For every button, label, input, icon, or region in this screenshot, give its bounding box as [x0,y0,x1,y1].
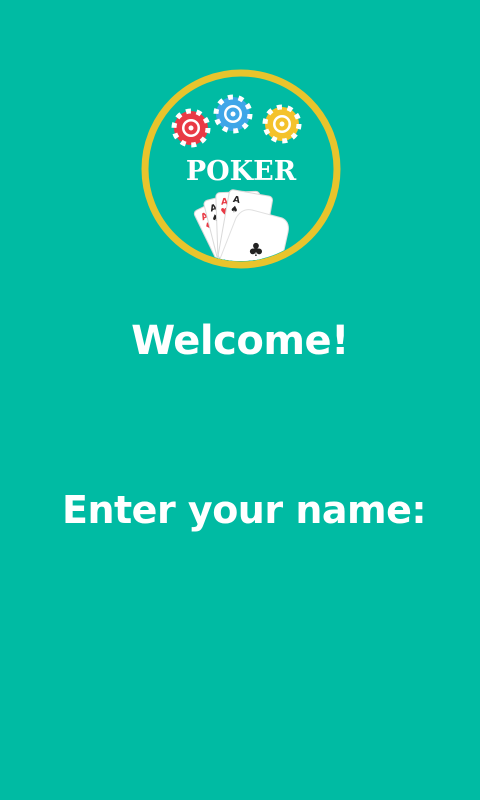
poker-logo-graphic: POKER A ♦ A ♠ A [141,69,341,269]
welcome-screen: POKER A ♦ A ♠ A [0,0,480,800]
red-chip-icon [171,108,211,148]
card-suit-icon: ♠ [229,205,239,216]
name-prompt-label: Enter your name: [62,488,427,532]
name-input[interactable] [62,560,418,608]
welcome-title: Welcome! [131,318,349,364]
poker-logo: POKER A ♦ A ♠ A [140,68,342,270]
yellow-chip-icon [262,104,302,144]
blue-chip-icon [213,94,253,134]
poker-logo-text: POKER [186,156,297,187]
club-icon: ♣ [248,240,264,261]
